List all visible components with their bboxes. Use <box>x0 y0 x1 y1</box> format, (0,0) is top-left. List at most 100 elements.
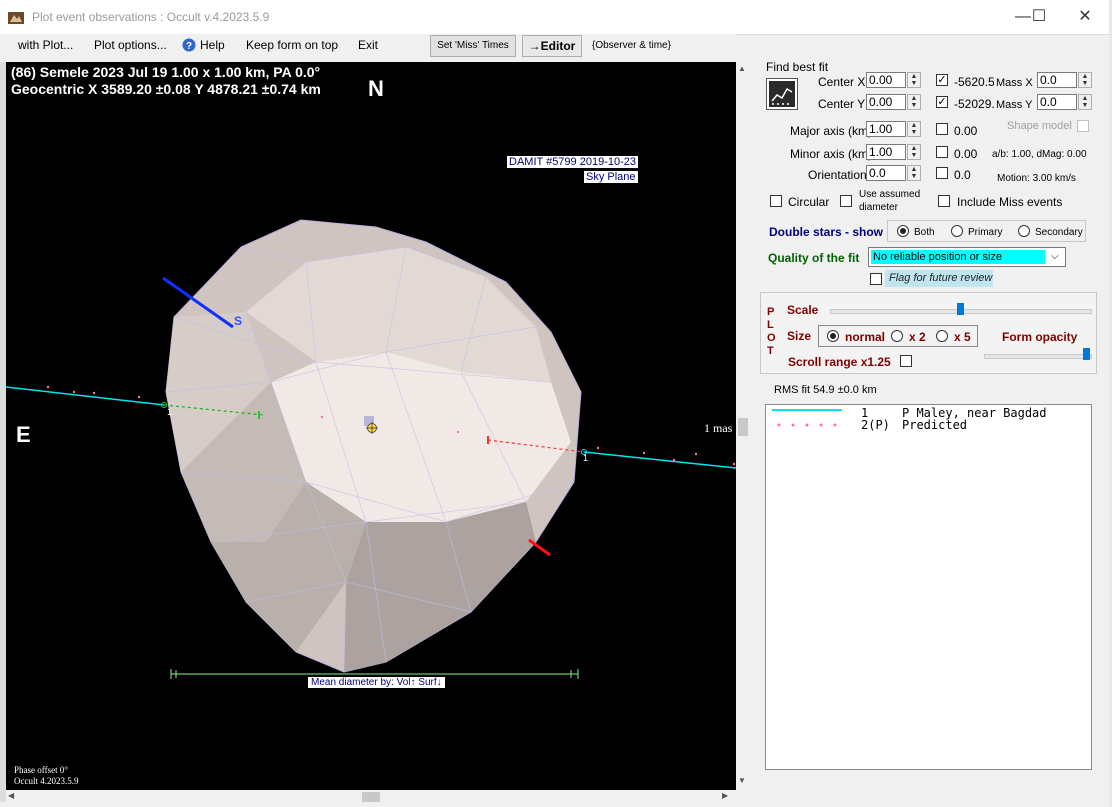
set-miss-times-button[interactable]: Set 'Miss' Times <box>430 35 516 57</box>
center-y-spinner[interactable]: ▲ ▼ <box>907 94 921 110</box>
quality-dropdown[interactable]: No reliable position or size ⌵ <box>868 247 1066 267</box>
plot-header-line1: (86) Semele 2023 Jul 19 1.00 x 1.00 km, … <box>11 64 321 80</box>
menu-with-plot[interactable]: with Plot... <box>18 38 73 52</box>
double-stars-secondary-radio[interactable] <box>1018 225 1030 237</box>
ab-dmag-label: a/b: 1.00, dMag: 0.00 <box>992 149 1087 160</box>
maximize-button[interactable]: ☐ <box>1016 0 1062 34</box>
size-normal-radio[interactable] <box>827 330 839 342</box>
asteroid-shape-model <box>165 219 582 673</box>
occult-version-label: Occult 4.2023.5.9 <box>14 776 79 786</box>
menu-exit[interactable]: Exit <box>358 38 378 52</box>
center-x-spinner[interactable]: ▲ ▼ <box>907 72 921 88</box>
scroll-up-arrow[interactable]: ▲ <box>738 64 746 73</box>
form-opacity-label: Form opacity <box>1002 330 1078 344</box>
plot-canvas[interactable]: (86) Semele 2023 Jul 19 1.00 x 1.00 km, … <box>6 62 736 790</box>
include-miss-events-checkbox[interactable] <box>938 195 950 207</box>
scroll-left-arrow[interactable]: ◀ <box>8 791 14 800</box>
orientation-fit-checkbox[interactable] <box>936 167 948 179</box>
s-label: S <box>234 314 243 328</box>
scale-slider[interactable] <box>830 303 1092 317</box>
editor-button[interactable]: →Editor <box>522 35 582 57</box>
close-button[interactable]: ✕ <box>1062 0 1108 34</box>
scroll-thumb-vertical[interactable] <box>738 418 748 436</box>
legend-item-2-name: Predicted <box>902 418 968 432</box>
use-assumed-diameter-checkbox[interactable] <box>840 195 852 207</box>
major-axis-label: Major axis (km) <box>790 124 873 138</box>
shape-model-checkbox[interactable] <box>1077 120 1089 132</box>
plot-header-line2: Geocentric X 3589.20 ±0.08 Y 4878.21 ±0.… <box>11 81 321 97</box>
scale-mas-label: 1 mas <box>704 421 733 435</box>
flag-review-checkbox[interactable] <box>870 273 882 285</box>
major-axis-spinner[interactable]: ▲ ▼ <box>907 121 921 137</box>
minor-axis-fit-checkbox[interactable] <box>936 146 948 158</box>
orientation-spinner[interactable]: ▲ ▼ <box>907 165 921 181</box>
plot-horizontal-scrollbar[interactable]: ◀ ▶ <box>6 790 736 804</box>
mean-diameter-label: Mean diameter by: Vol↑ Surf↓ <box>308 677 445 688</box>
plot-vertical-scrollbar[interactable]: ▲ ▼ <box>736 62 750 790</box>
minor-axis-input[interactable]: 1.00 <box>866 144 906 160</box>
size-x5-radio[interactable] <box>936 330 948 342</box>
major-axis-input[interactable]: 1.00 <box>866 121 906 137</box>
minor-axis-spinner[interactable]: ▲ ▼ <box>907 144 921 160</box>
include-miss-events-label: Include Miss events <box>957 195 1063 209</box>
mass-x-spinner[interactable]: ▲ ▼ <box>1078 72 1092 88</box>
form-opacity-slider[interactable] <box>984 348 1092 362</box>
menu-plot-options[interactable]: Plot options... <box>94 38 167 52</box>
center-x-value: -5620.52 <box>954 75 994 89</box>
chord-label-right: 1 <box>583 453 589 463</box>
double-stars-both-radio[interactable] <box>897 225 909 237</box>
opacity-slider-thumb[interactable] <box>1083 348 1090 360</box>
rms-fit-label: RMS fit 54.9 ±0.0 km <box>774 384 877 396</box>
mass-x-input[interactable]: 0.0 <box>1037 72 1077 88</box>
center-y-input[interactable]: 0.00 <box>866 94 906 110</box>
plot-letter-p: P <box>767 306 775 318</box>
scroll-range-label: Scroll range x1.25 <box>788 355 891 369</box>
orientation-value: 0.0 <box>954 168 971 182</box>
find-best-fit-label: Find best fit <box>766 60 829 74</box>
circular-checkbox[interactable] <box>770 195 782 207</box>
chord-line-right <box>583 451 736 469</box>
mass-y-input[interactable]: 0.0 <box>1037 94 1077 110</box>
find-best-fit-button[interactable] <box>766 78 798 110</box>
scroll-range-checkbox[interactable] <box>900 355 912 367</box>
major-axis-fit-checkbox[interactable] <box>936 123 948 135</box>
scale-slider-thumb[interactable] <box>957 303 964 315</box>
observer-legend-list[interactable]: 1 P Maley, near Bagdad 2(P) Predicted <box>765 404 1092 770</box>
size-x2-label: x 2 <box>909 330 926 344</box>
scroll-right-arrow[interactable]: ▶ <box>722 791 728 800</box>
legend-item-2-number: 2(P) <box>861 418 890 432</box>
center-y-fit-checkbox[interactable]: ✓ <box>936 96 948 108</box>
shape-model-label: Shape model <box>1007 120 1072 132</box>
scale-label: Scale <box>787 303 819 317</box>
center-x-label: Center X <box>818 75 866 89</box>
menu-keep-on-top[interactable]: Keep form on top <box>246 38 338 52</box>
scroll-thumb-horizontal[interactable] <box>362 792 380 802</box>
use-assumed-label-2: diameter <box>859 202 898 213</box>
double-stars-primary-label: Primary <box>968 227 1003 238</box>
help-icon[interactable]: ? <box>182 38 196 52</box>
mass-y-label: Mass Y <box>996 99 1033 111</box>
east-label: E <box>16 422 31 447</box>
observer-time-link[interactable]: {Observer & time} <box>592 40 671 51</box>
orientation-label: Orientation <box>808 168 867 182</box>
menu-help[interactable]: Help <box>200 38 225 52</box>
minor-axis-label: Minor axis (km) <box>790 147 873 161</box>
size-normal-label: normal <box>845 330 886 344</box>
double-stars-primary-radio[interactable] <box>951 225 963 237</box>
scroll-down-arrow[interactable]: ▼ <box>738 776 746 785</box>
mass-y-spinner[interactable]: ▲ ▼ <box>1078 94 1092 110</box>
double-stars-both-label: Both <box>914 227 935 238</box>
center-y-value: -52029.0 <box>954 97 994 111</box>
title-bar: Plot event observations : Occult v.4.202… <box>0 0 1112 35</box>
center-x-fit-checkbox[interactable]: ✓ <box>936 74 948 86</box>
chevron-down-icon: ⌵ <box>1051 251 1059 262</box>
orientation-input[interactable]: 0.0 <box>866 165 906 181</box>
center-x-input[interactable]: 0.00 <box>866 72 906 88</box>
legend-line-solid-cyan <box>772 409 842 411</box>
minor-axis-value: 0.00 <box>954 147 978 161</box>
mass-x-label: Mass X <box>996 77 1033 89</box>
motion-label: Motion: 3.00 km/s <box>997 173 1076 184</box>
opacity-slider-track <box>984 354 1092 359</box>
window-title: Plot event observations : Occult v.4.202… <box>32 10 270 24</box>
size-x2-radio[interactable] <box>891 330 903 342</box>
